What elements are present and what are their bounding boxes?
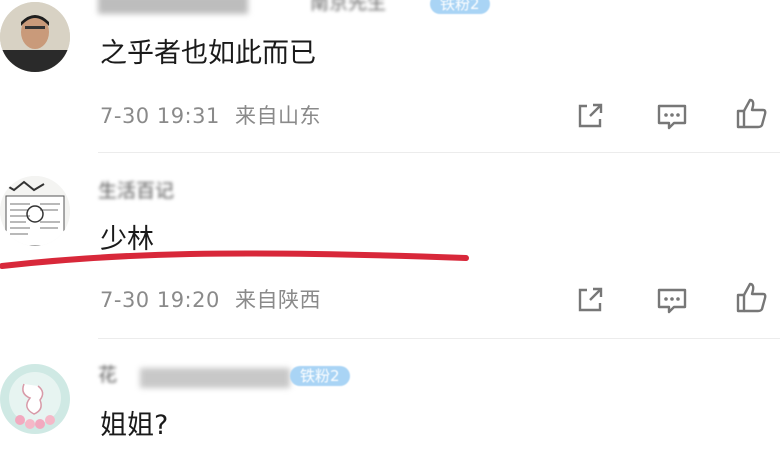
share-button[interactable] — [572, 98, 608, 134]
comment-time: 7-30 19:20 — [100, 288, 220, 312]
divider — [98, 152, 780, 153]
red-underline-annotation — [0, 250, 469, 269]
fan-badge: 铁粉2 — [290, 366, 350, 386]
username[interactable]: 南京先生 — [310, 0, 386, 14]
comment-text: 之乎者也如此而已 — [100, 38, 316, 69]
like-button[interactable] — [734, 96, 770, 132]
username[interactable]: 花 — [98, 364, 117, 386]
thumbs-up-icon — [736, 282, 767, 313]
divider — [98, 338, 780, 339]
comment-text: 姐姐? — [100, 410, 169, 441]
like-button[interactable] — [734, 280, 770, 316]
comment-item: 南京先生 铁粉2 之乎者也如此而已 7-30 19:31 来自山东 — [0, 0, 780, 150]
fan-badge: 铁粉2 — [430, 0, 490, 14]
comment-button[interactable] — [654, 98, 690, 134]
avatar[interactable] — [0, 364, 70, 434]
share-icon — [578, 103, 603, 128]
comment-meta: 7-30 19:20 来自陕西 — [100, 286, 321, 314]
comment-button[interactable] — [654, 282, 690, 318]
username-redaction — [140, 368, 290, 388]
thumbs-up-icon — [736, 98, 767, 129]
avatar[interactable] — [0, 2, 70, 72]
share-button[interactable] — [572, 282, 608, 318]
share-icon — [578, 287, 603, 312]
username-redaction — [98, 0, 248, 14]
username[interactable]: 生活百记 — [98, 180, 174, 202]
comment-meta: 7-30 19:31 来自山东 — [100, 102, 321, 130]
comment-time: 7-30 19:31 — [100, 104, 220, 128]
comment-icon — [657, 288, 687, 314]
comment-location: 来自陕西 — [235, 288, 322, 312]
comment-icon — [657, 104, 687, 130]
comment-item: 花 铁粉2 姐姐? — [0, 350, 780, 454]
comment-location: 来自山东 — [235, 104, 322, 128]
